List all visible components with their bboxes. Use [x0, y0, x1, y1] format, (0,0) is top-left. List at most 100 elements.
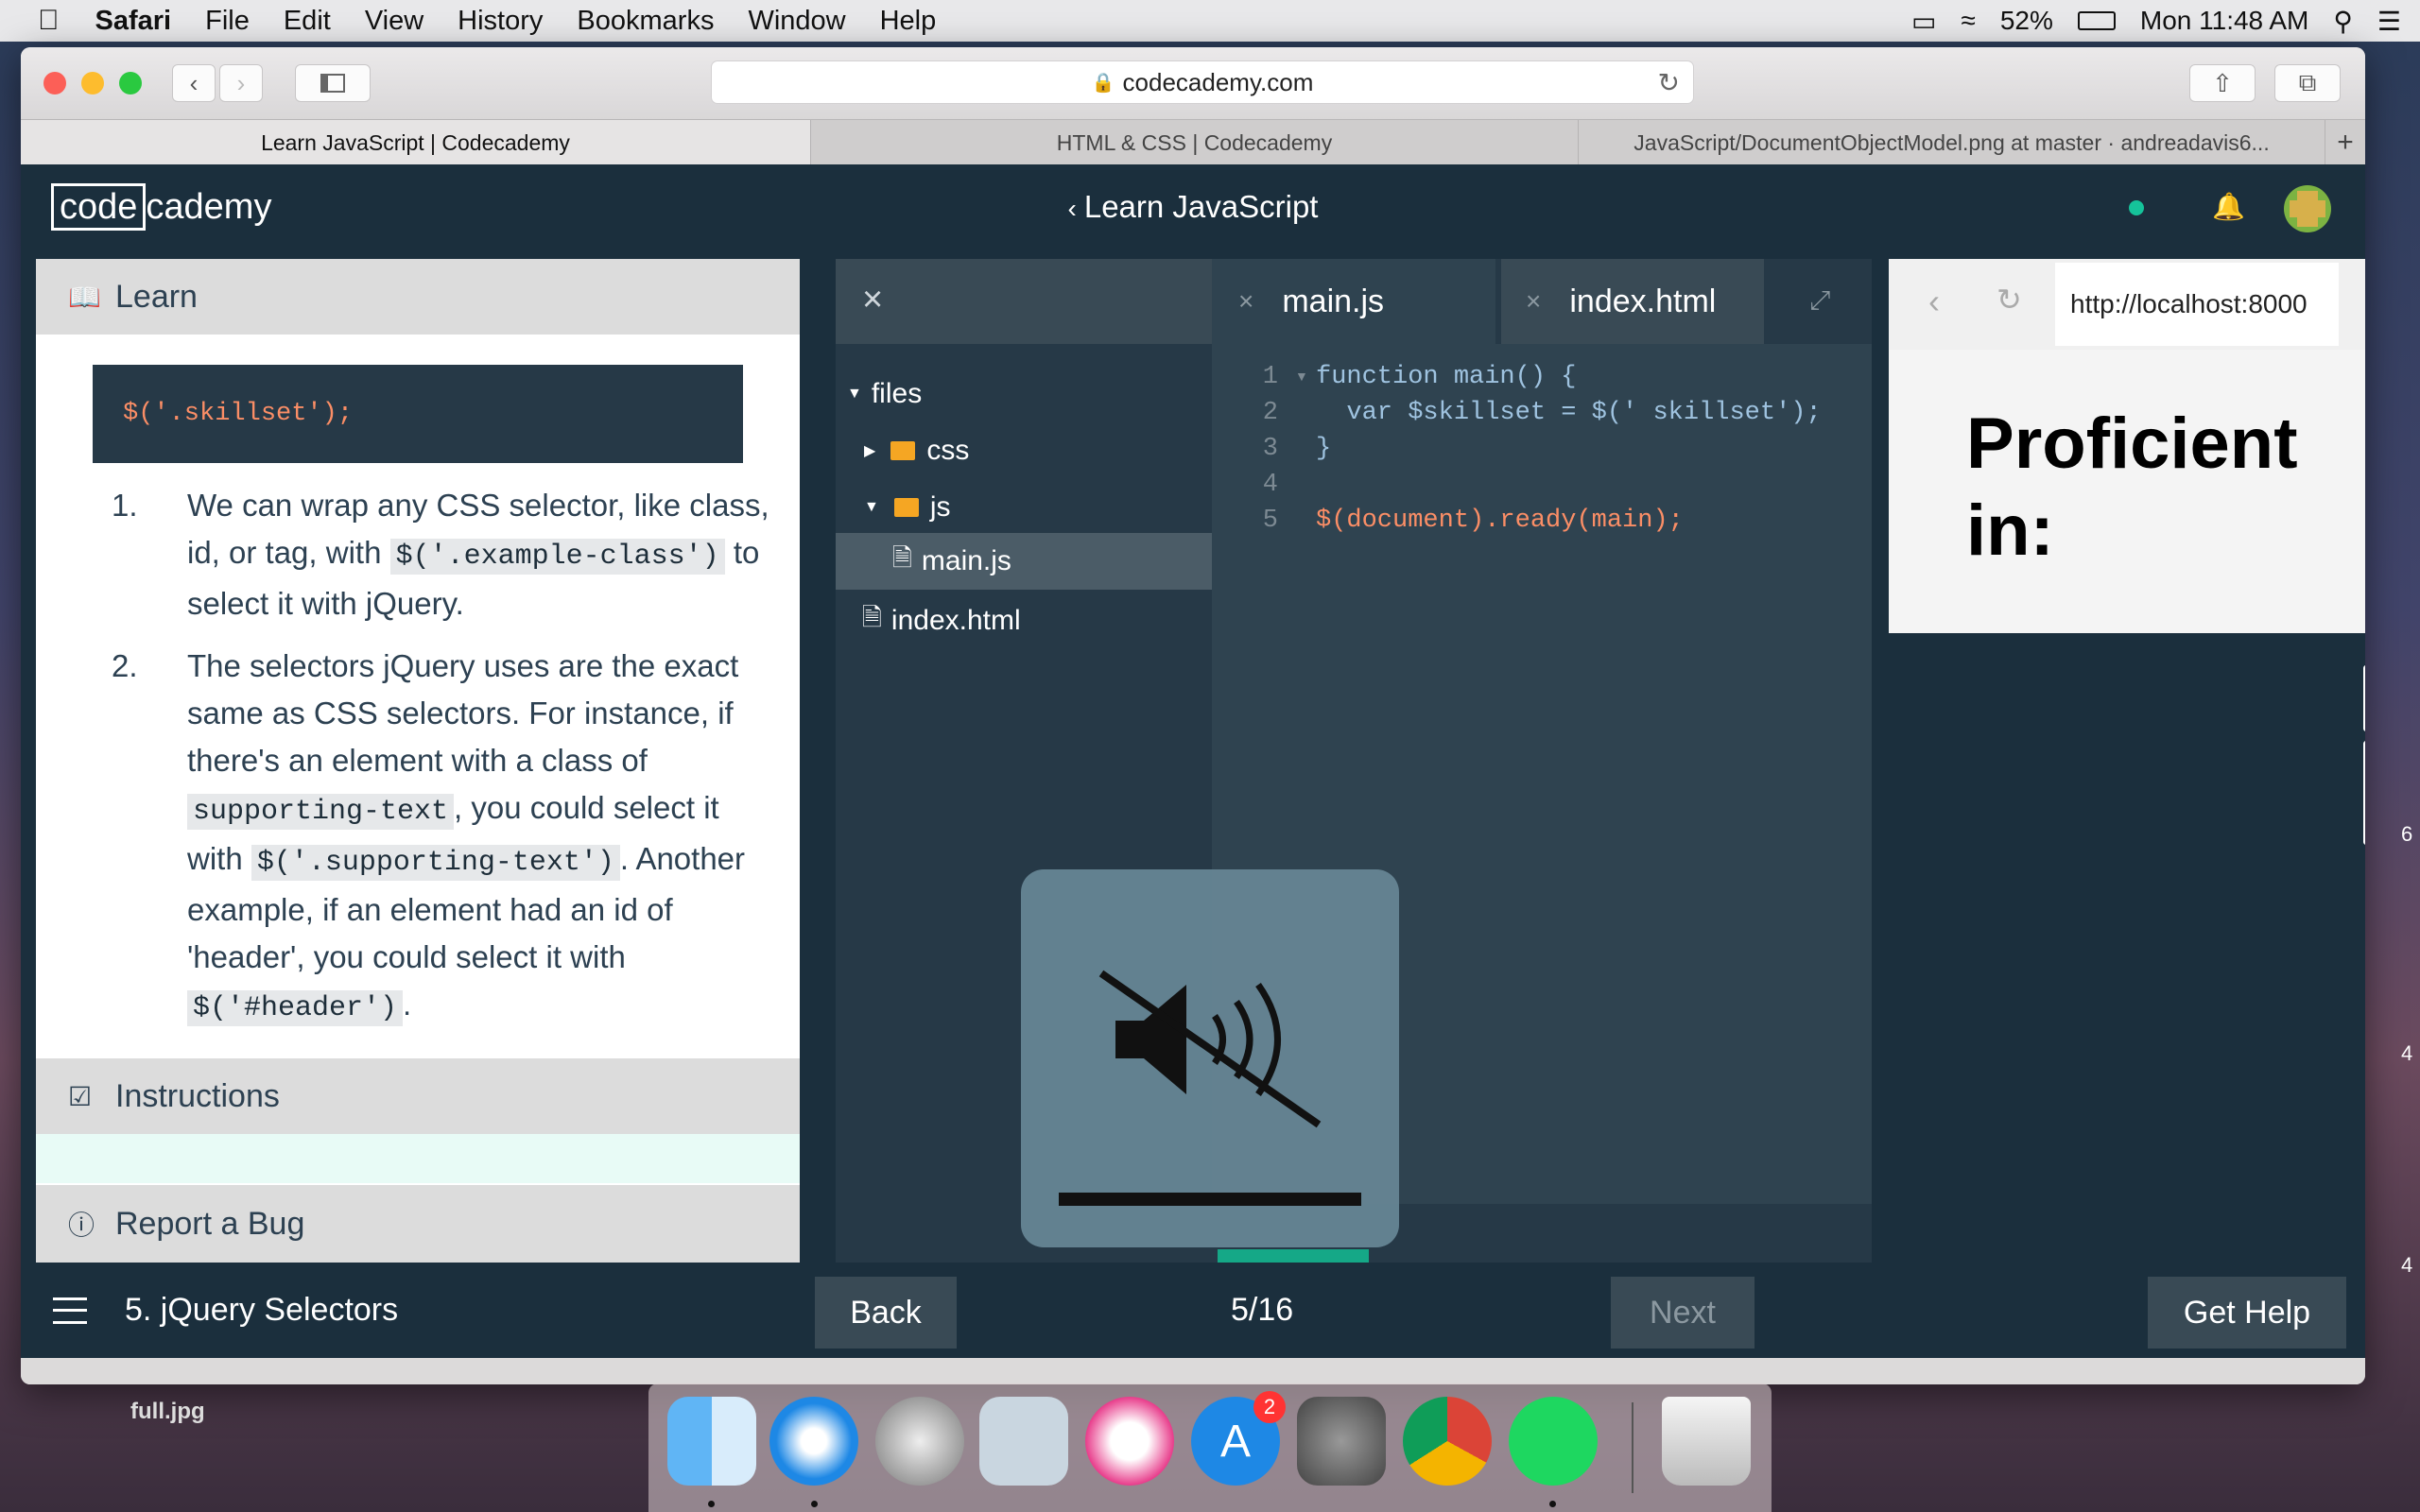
learn-header-label: Learn [115, 278, 198, 315]
trash-icon[interactable] [1662, 1397, 1751, 1486]
safari-icon[interactable] [769, 1397, 858, 1486]
checkbox-icon: ☑ [68, 1081, 93, 1111]
step-text-part: . [403, 987, 412, 1022]
file-icon: 🗎 [862, 603, 882, 631]
desktop-file-label[interactable]: full.jpg [130, 1399, 205, 1425]
expand-icon[interactable]: ⤢ [1809, 285, 1830, 317]
step-number: 1. [112, 488, 138, 523]
menu-view[interactable]: View [365, 6, 424, 37]
wifi-icon[interactable]: ≈ [1961, 6, 1975, 36]
next-button[interactable]: Next [1611, 1277, 1754, 1349]
notification-center-icon[interactable]: ☰ [2377, 6, 2401, 37]
course-title[interactable]: ‹ Learn JavaScript [21, 183, 2365, 232]
sidebar-toggle-button[interactable] [295, 64, 371, 102]
show-tabs-button[interactable]: ⧉ [2274, 64, 2341, 102]
airplay-icon[interactable]: ▭ [1911, 6, 1936, 37]
itunes-icon[interactable] [1085, 1397, 1174, 1486]
sidebar-icon [320, 74, 345, 93]
folder-js[interactable]: ▼ js [864, 480, 951, 535]
menu-file[interactable]: File [205, 6, 250, 37]
zoom-window-button[interactable] [119, 72, 142, 94]
lesson-name[interactable]: 5. jQuery Selectors [125, 1292, 398, 1329]
avatar[interactable] [2284, 185, 2331, 232]
preview-toolbar: ‹ ↻ http://localhost:8000 [1889, 259, 2365, 350]
tab-dom-png[interactable]: JavaScript/DocumentObjectModel.png at ma… [1579, 120, 2325, 165]
dock-separator [1632, 1402, 1634, 1493]
notification-badge: 2 [1253, 1391, 1286, 1423]
inline-code: supporting-text [187, 794, 455, 830]
preview-refresh-icon[interactable]: ↻ [1996, 282, 2022, 318]
step-number: 2. [112, 648, 138, 683]
forward-nav-button[interactable]: › [219, 64, 263, 102]
line-number: 1 [1262, 363, 1278, 391]
folder-files[interactable]: ▼ files [847, 367, 922, 421]
address-bar[interactable]: 🔒 codecademy.com ↻ [711, 60, 1694, 104]
preview-scrollbar[interactable] [2363, 665, 2365, 731]
book-icon: 📖 [68, 282, 101, 312]
menu-bookmarks[interactable]: Bookmarks [577, 6, 714, 37]
caret-right-icon: ▶ [864, 443, 876, 459]
folder-css[interactable]: ▶ css [864, 423, 969, 478]
close-tab-icon[interactable]: × [1238, 286, 1253, 317]
menu-app-name[interactable]: Safari [95, 6, 172, 37]
preview-app-icon[interactable] [979, 1397, 1068, 1486]
preview-heading-line: in: [1966, 490, 2054, 571]
tab-html-css[interactable]: HTML & CSS | Codecademy [811, 120, 1579, 165]
hamburger-menu-icon[interactable] [53, 1297, 87, 1324]
code-line: 1 ▼ function main() { [1212, 363, 1872, 399]
fold-icon[interactable]: ▼ [1295, 369, 1308, 384]
instructions-header[interactable]: ☑ Instructions [36, 1058, 800, 1134]
run-button[interactable] [1218, 1249, 1369, 1263]
learn-header[interactable]: 📖 Learn [36, 259, 800, 335]
preview-scrollbar[interactable] [2363, 741, 2365, 845]
preview-back-icon[interactable]: ‹ [1928, 282, 1940, 321]
chevron-left-icon: ‹ [1067, 194, 1077, 223]
code-area[interactable]: 1 ▼ function main() { 2 var $skillset = … [1212, 363, 1872, 930]
share-button[interactable]: ⇧ [2189, 64, 2256, 102]
menu-window[interactable]: Window [748, 6, 845, 37]
back-nav-button[interactable]: ‹ [172, 64, 216, 102]
status-bar [21, 1358, 2365, 1384]
menu-bar:  Safari File Edit View History Bookmark… [0, 0, 2420, 42]
desktop-side-number: 4 [2401, 1253, 2413, 1277]
tab-index-html[interactable]: × index.html [1501, 259, 1764, 344]
close-icon[interactable]: × [862, 280, 883, 320]
code-example: $('.skillset'); [93, 365, 743, 463]
lesson-progress: 5/16 [1231, 1292, 1294, 1328]
clock[interactable]: Mon 11:48 AM [2140, 6, 2308, 36]
file-index-html[interactable]: 🗎 index.html [862, 593, 1021, 648]
chrome-icon[interactable] [1403, 1397, 1492, 1486]
menu-history[interactable]: History [458, 6, 543, 37]
menu-edit[interactable]: Edit [284, 6, 331, 37]
line-number: 4 [1262, 471, 1278, 499]
back-button[interactable]: Back [815, 1277, 957, 1349]
status-indicator [2129, 200, 2144, 215]
close-window-button[interactable] [43, 72, 66, 94]
question-circle-icon: ⓘ [68, 1211, 95, 1240]
preview-url[interactable]: http://localhost:8000 [2055, 263, 2339, 346]
spotify-icon[interactable] [1509, 1397, 1598, 1486]
get-help-button[interactable]: Get Help [2148, 1277, 2346, 1349]
code-line: 4 [1212, 471, 1872, 507]
menu-help[interactable]: Help [880, 6, 937, 37]
folder-label: css [926, 435, 970, 466]
close-tab-icon[interactable]: × [1526, 286, 1541, 317]
tab-learn-javascript[interactable]: Learn JavaScript | Codecademy [21, 120, 811, 165]
battery-icon[interactable] [2077, 11, 2116, 30]
file-main-js[interactable]: 🗎 main.js [836, 533, 1212, 590]
tab-main-js[interactable]: × main.js [1212, 259, 1495, 344]
folder-icon [890, 441, 916, 460]
launchpad-icon[interactable] [875, 1397, 964, 1486]
editor-tabs: × main.js × index.html ⤢ [1212, 259, 1872, 344]
spotlight-icon[interactable]: ⚲ [2333, 6, 2353, 37]
finder-icon[interactable] [667, 1397, 756, 1486]
minimize-window-button[interactable] [81, 72, 104, 94]
new-tab-button[interactable]: + [2325, 120, 2365, 165]
system-preferences-icon[interactable] [1297, 1397, 1386, 1486]
apple-icon[interactable]:  [38, 5, 60, 37]
bell-icon[interactable]: 🔔 [2212, 191, 2245, 221]
learn-panel: 📖 Learn $('.skillset'); 1. We can wrap a… [36, 259, 800, 1263]
volume-muted-overlay [1021, 869, 1399, 1247]
report-bug-button[interactable]: ⓘ Report a Bug [36, 1185, 800, 1263]
reload-icon[interactable]: ↻ [1658, 67, 1680, 98]
